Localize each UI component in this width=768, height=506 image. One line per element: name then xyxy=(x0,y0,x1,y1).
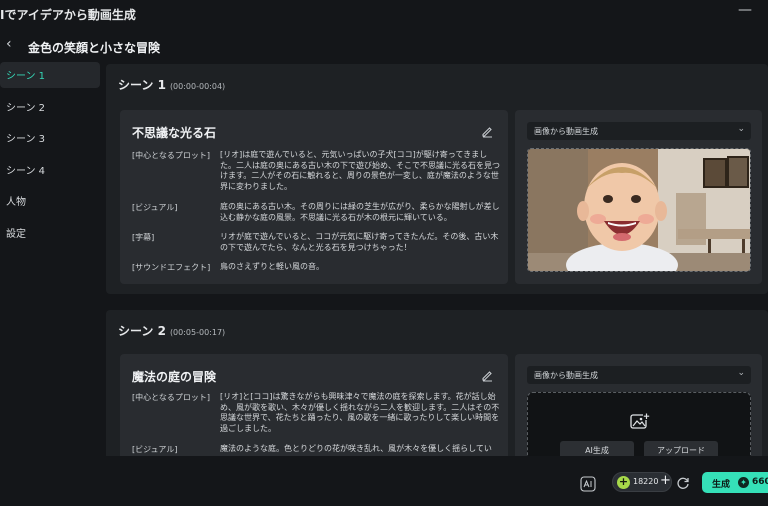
subtitle-row: [字幕] リオが庭で遊んでいると、ココが元気に駆け寄ってきたんだ。その後、古い木… xyxy=(132,232,502,256)
sidebar-item-scene-4[interactable]: シーン 4 xyxy=(0,157,100,183)
row-label: [ビジュアル] xyxy=(132,203,178,212)
scene-heading: シーン 2 (00:05-00:17) xyxy=(118,322,225,339)
minimize-icon[interactable]: — xyxy=(738,2,752,18)
back-chevron-icon[interactable]: ‹ xyxy=(6,36,12,52)
image-upload-area[interactable]: AI生成 アップロード xyxy=(527,392,751,456)
visual-row: [ビジュアル] 魔法のような庭。色とりどりの花が咲き乱れ、風が木々を優しく揺らし… xyxy=(132,444,502,456)
edit-icon[interactable] xyxy=(480,368,494,382)
row-label: [字幕] xyxy=(132,233,155,242)
generation-mode-select[interactable]: 画像から動画生成 ⌄ xyxy=(527,122,751,140)
generate-button[interactable]: 生成 ✦ 660 xyxy=(702,472,768,493)
generate-label: 生成 xyxy=(712,480,731,490)
add-image-icon xyxy=(630,413,650,429)
sound-effect-row: [サウンドエフェクト] 鳥のさえずりと軽い風の音。 xyxy=(132,262,502,274)
title-bar: Iでアイデアから動画生成 — xyxy=(0,0,768,30)
scene-time-range: (00:05-00:17) xyxy=(169,328,226,337)
row-label: [中心となるプロット] xyxy=(132,151,211,160)
row-label: [サウンドエフェクト] xyxy=(132,263,211,272)
row-value: [リオ]と[ココ]は驚きながらも興味津々で魔法の庭を探索します。花が話し始め、風… xyxy=(220,392,500,433)
chevron-down-icon: ⌄ xyxy=(737,124,745,134)
add-credits-icon[interactable]: + xyxy=(660,473,671,488)
sidebar-item-settings[interactable]: 設定 xyxy=(0,220,100,246)
credit-coin-icon: ✦ xyxy=(738,477,749,488)
scene-heading: シーン 1 (00:00-00:04) xyxy=(118,76,225,93)
credits-count: 18220 xyxy=(633,477,659,486)
scene-panel-2: シーン 2 (00:05-00:17) 魔法の庭の冒険 [中心となるプロット] [… xyxy=(106,310,768,456)
upload-button[interactable]: アップロード xyxy=(644,441,718,456)
row-value: リオが庭で遊んでいると、ココが元気に駆け寄ってきたんだ。その後、古い木の下で遊ん… xyxy=(220,232,499,252)
ai-icon[interactable] xyxy=(580,476,596,492)
bottom-toolbar: + 18220 + 生成 ✦ 660 xyxy=(0,458,768,506)
visual-row: [ビジュアル] 庭の奥にある古い木。その周りには緑の芝生が広がり、柔らかな陽射し… xyxy=(132,202,502,226)
sidebar-item-scene-2[interactable]: シーン 2 xyxy=(0,94,100,120)
project-title: 金色の笑顔と小さな冒険 xyxy=(28,41,161,55)
scene-title: 魔法の庭の冒険 xyxy=(132,370,217,384)
generate-cost: 660 xyxy=(752,477,768,487)
scene-media-panel: 画像から動画生成 ⌄ AI生成 アップロード xyxy=(515,354,762,456)
plot-row: [中心となるプロット] [リオ]と[ココ]は驚きながらも興味津々で魔法の庭を探索… xyxy=(132,392,502,436)
scene-panel-1: シーン 1 (00:00-00:04) 不思議な光る石 [中心となるプロット] [… xyxy=(106,64,768,294)
scene-sidebar: シーン 1 シーン 2 シーン 3 シーン 4 人物 設定 xyxy=(0,62,102,456)
scene-list: シーン 1 (00:00-00:04) 不思議な光る石 [中心となるプロット] [… xyxy=(106,62,768,456)
refresh-icon[interactable] xyxy=(676,476,690,490)
scene-name: シーン 2 xyxy=(118,324,166,338)
scene-script-card: 不思議な光る石 [中心となるプロット] [リオ]は庭で遊んでいると、元気いっぱい… xyxy=(120,110,508,284)
scene-name: シーン 1 xyxy=(118,78,166,92)
scene-script-card: 魔法の庭の冒険 [中心となるプロット] [リオ]と[ココ]は驚きながらも興味津々… xyxy=(120,354,508,456)
app-title: Iでアイデアから動画生成 xyxy=(0,8,136,22)
scene-media-panel: 画像から動画生成 ⌄ xyxy=(515,110,762,284)
scene-time-range: (00:00-00:04) xyxy=(169,82,226,91)
credit-plus-icon: + xyxy=(617,475,630,489)
row-value: 魔法のような庭。色とりどりの花が咲き乱れ、風が木々を優しく揺らしてい xyxy=(220,444,492,453)
row-value: 庭の奥にある古い木。その周りには緑の芝生が広がり、柔らかな陽射しが差し込む静かな… xyxy=(220,202,500,222)
sidebar-item-scene-3[interactable]: シーン 3 xyxy=(0,125,100,151)
edit-icon[interactable] xyxy=(480,124,494,138)
generation-mode-value: 画像から動画生成 xyxy=(534,127,598,136)
ai-generate-button[interactable]: AI生成 xyxy=(560,441,634,456)
sidebar-item-scene-1[interactable]: シーン 1 xyxy=(0,62,100,88)
credits-badge[interactable]: + 18220 + xyxy=(612,472,672,492)
generation-mode-value: 画像から動画生成 xyxy=(534,371,598,380)
scene-title: 不思議な光る石 xyxy=(132,126,217,140)
sidebar-item-characters[interactable]: 人物 xyxy=(0,188,100,214)
chevron-down-icon: ⌄ xyxy=(737,368,745,378)
row-value: 鳥のさえずりと軽い風の音。 xyxy=(220,262,324,271)
row-value: [リオ]は庭で遊んでいると、元気いっぱいの子犬[ココ]が駆け寄ってきました。二人… xyxy=(220,150,500,191)
scene-image-preview[interactable] xyxy=(527,148,751,272)
row-label: [中心となるプロット] xyxy=(132,393,211,402)
smiling-baby-photo xyxy=(528,149,750,271)
row-label: [ビジュアル] xyxy=(132,445,178,454)
plot-row: [中心となるプロット] [リオ]は庭で遊んでいると、元気いっぱいの子犬[ココ]が… xyxy=(132,150,502,194)
generation-mode-select[interactable]: 画像から動画生成 ⌄ xyxy=(527,366,751,384)
project-header: ‹ 金色の笑顔と小さな冒険 xyxy=(0,36,768,62)
